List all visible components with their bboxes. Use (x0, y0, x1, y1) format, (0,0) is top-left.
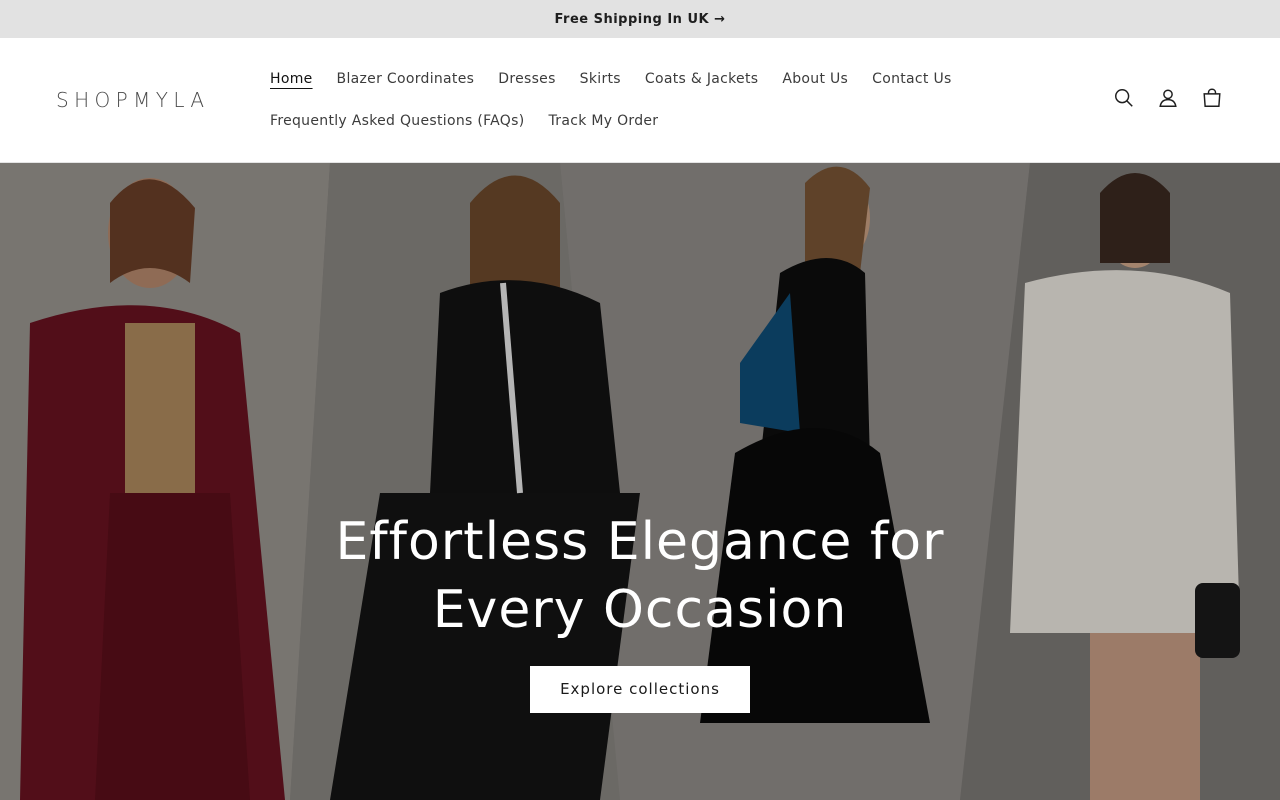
free-shipping-link[interactable]: Free Shipping In UK → (554, 12, 725, 27)
hero-title: Effortless Elegance for Every Occasion (335, 512, 945, 640)
header-icons (1092, 86, 1224, 110)
announcement-bar: Free Shipping In UK → (0, 0, 1280, 38)
explore-collections-button[interactable]: Explore collections (530, 666, 750, 713)
main-nav-row-2: Frequently Asked Questions (FAQs) Track … (270, 111, 682, 131)
cart-icon[interactable] (1200, 86, 1224, 110)
nav-blazer-coordinates[interactable]: Blazer Coordinates (337, 69, 475, 89)
hero-content: Effortless Elegance for Every Occasion E… (0, 508, 1280, 713)
logo[interactable]: SHOPMYLA (56, 88, 210, 112)
nav-coats-jackets[interactable]: Coats & Jackets (645, 69, 758, 89)
nav-about-us[interactable]: About Us (782, 69, 848, 89)
nav-dresses[interactable]: Dresses (498, 69, 555, 89)
nav-faqs[interactable]: Frequently Asked Questions (FAQs) (270, 111, 524, 131)
nav-contact-us[interactable]: Contact Us (872, 69, 951, 89)
nav-home[interactable]: Home (270, 69, 313, 89)
nav-skirts[interactable]: Skirts (580, 69, 621, 89)
site-header: SHOPMYLA Home Blazer Coordinates Dresses… (0, 38, 1280, 163)
nav-track-order[interactable]: Track My Order (548, 111, 658, 131)
hero-banner: Effortless Elegance for Every Occasion E… (0, 163, 1280, 800)
main-nav-row-1: Home Blazer Coordinates Dresses Skirts C… (270, 69, 976, 89)
search-icon[interactable] (1112, 86, 1136, 110)
account-icon[interactable] (1156, 86, 1180, 110)
